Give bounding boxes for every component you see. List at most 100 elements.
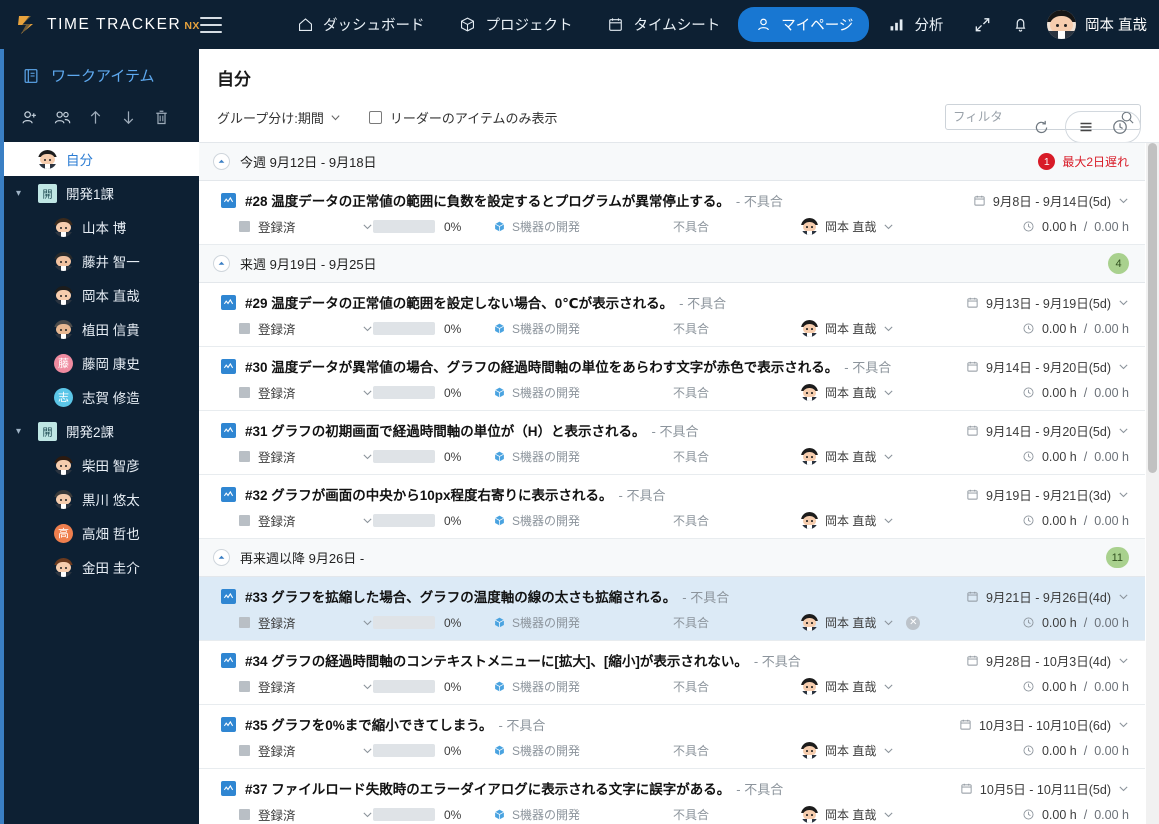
assignee-selector[interactable]: 岡本 直哉 ✕ [801, 614, 941, 631]
group-header[interactable]: 来週 9月19日 - 9月25日 4 [199, 245, 1145, 283]
table-row[interactable]: #32 グラフが画面の中央から10px程度右寄りに表示される。 - 不具合 9月… [199, 475, 1145, 539]
work-item-dates[interactable]: 9月28日 - 10月3日(4d) [966, 651, 1129, 670]
status-selector[interactable]: 登録済 [221, 319, 373, 338]
work-item-title[interactable]: #34 グラフの経過時間軸のコンテキストメニューに[拡大]、[縮小]が表示されな… [245, 650, 748, 670]
nav-item-timesheet[interactable]: タイムシート [591, 7, 737, 42]
sidebar-group-0[interactable]: ▾ 開 開発1課 [0, 176, 199, 210]
nav-item-dashboard[interactable]: ダッシュボード [280, 7, 441, 42]
status-selector[interactable]: 登録済 [221, 217, 373, 236]
work-item-dates[interactable]: 9月14日 - 9月20日(5d) [966, 421, 1129, 440]
sidebar-item-member[interactable]: 黒川 悠太 [0, 482, 199, 516]
table-row[interactable]: #30 温度データが異常値の場合、グラフの経過時間軸の単位をあらわす文字が赤色で… [199, 347, 1145, 411]
progress-cell[interactable]: 0% [373, 386, 493, 400]
users-icon[interactable] [51, 106, 73, 128]
assignee-selector[interactable]: 岡本 直哉 [801, 448, 941, 465]
sidebar-item-member[interactable]: 柴田 智彦 [0, 448, 199, 482]
table-row[interactable]: #29 温度データの正常値の範囲を設定しない場合、0℃が表示される。 - 不具合… [199, 283, 1145, 347]
bell-icon[interactable] [1009, 13, 1033, 37]
work-item-dates[interactable]: 9月14日 - 9月20日(5d) [966, 357, 1129, 376]
menu-toggle-button[interactable] [186, 17, 236, 33]
chevron-down-icon[interactable] [362, 617, 373, 628]
assignee-selector[interactable]: 岡本 直哉 [801, 806, 941, 823]
sidebar-item-member[interactable]: 藤藤岡 康史 [0, 346, 199, 380]
progress-cell[interactable]: 0% [373, 616, 493, 630]
chevron-down-icon[interactable] [362, 809, 373, 820]
status-selector[interactable]: 登録済 [221, 677, 373, 696]
chevron-down-icon[interactable] [1118, 489, 1129, 500]
table-row[interactable]: #35 グラフを0%まで縮小できてしまう。 - 不具合 10月3日 - 10月1… [199, 705, 1145, 769]
sidebar-item-member[interactable]: 金田 圭介 [0, 550, 199, 584]
status-selector[interactable]: 登録済 [221, 447, 373, 466]
chevron-down-icon[interactable] [1118, 591, 1129, 602]
collapse-caret-icon[interactable] [213, 255, 230, 272]
chevron-down-icon[interactable] [883, 515, 894, 526]
sidebar-group-1[interactable]: ▾ 開 開発2課 [0, 414, 199, 448]
chevron-down-icon[interactable] [883, 617, 894, 628]
brand-logo[interactable]: TIME TRACKERNX [0, 12, 186, 38]
expand-arrows-icon[interactable] [971, 13, 995, 37]
status-selector[interactable]: 登録済 [221, 805, 373, 824]
scrollbar-thumb[interactable] [1148, 143, 1157, 473]
chevron-down-icon[interactable] [1118, 195, 1129, 206]
chevron-down-icon[interactable] [362, 387, 373, 398]
chevron-down-icon[interactable] [883, 681, 894, 692]
group-header[interactable]: 再来週以降 9月26日 - 11 [199, 539, 1145, 577]
chevron-down-icon[interactable] [883, 451, 894, 462]
work-item-dates[interactable]: 10月3日 - 10月10日(6d) [959, 715, 1129, 734]
collapse-caret-icon[interactable] [213, 153, 230, 170]
user-menu[interactable]: 岡本 直哉 [1047, 10, 1147, 39]
vertical-scrollbar[interactable] [1146, 143, 1159, 824]
progress-cell[interactable]: 0% [373, 322, 493, 336]
progress-cell[interactable]: 0% [373, 744, 493, 758]
status-selector[interactable]: 登録済 [221, 383, 373, 402]
assignee-selector[interactable]: 岡本 直哉 [801, 678, 941, 695]
work-item-title[interactable]: #35 グラフを0%まで縮小できてしまう。 [245, 714, 492, 734]
group-header[interactable]: 今週 9月12日 - 9月18日 1 最大2日遅れ [199, 143, 1145, 181]
chevron-down-icon[interactable] [883, 387, 894, 398]
trash-icon[interactable] [150, 106, 172, 128]
work-item-title[interactable]: #29 温度データの正常値の範囲を設定しない場合、0℃が表示される。 [245, 292, 673, 312]
chevron-down-icon[interactable] [362, 681, 373, 692]
arrow-up-icon[interactable] [84, 106, 106, 128]
chevron-down-icon[interactable] [362, 515, 373, 526]
work-item-dates[interactable]: 10月5日 - 10月11日(5d) [960, 779, 1129, 798]
progress-cell[interactable]: 0% [373, 450, 493, 464]
chevron-down-icon[interactable] [362, 451, 373, 462]
work-item-title[interactable]: #37 ファイルロード失敗時のエラーダイアログに表示される文字に誤字がある。 [245, 778, 730, 798]
work-item-dates[interactable]: 9月19日 - 9月21日(3d) [966, 485, 1129, 504]
collapse-caret-icon[interactable] [213, 549, 230, 566]
progress-cell[interactable]: 0% [373, 220, 493, 234]
clear-assignee-button[interactable]: ✕ [906, 616, 920, 630]
clock-view-icon[interactable] [1106, 113, 1134, 141]
chevron-down-icon[interactable] [1118, 655, 1129, 666]
table-row[interactable]: #33 グラフを拡縮した場合、グラフの温度軸の線の太さも拡縮される。 - 不具合… [199, 577, 1145, 641]
work-item-title[interactable]: #33 グラフを拡縮した場合、グラフの温度軸の線の太さも拡縮される。 [245, 586, 676, 606]
assignee-selector[interactable]: 岡本 直哉 [801, 218, 941, 235]
sidebar-item-member[interactable]: 山本 博 [0, 210, 199, 244]
sidebar-item-member[interactable]: 志志賀 修造 [0, 380, 199, 414]
arrow-down-icon[interactable] [117, 106, 139, 128]
table-row[interactable]: #34 グラフの経過時間軸のコンテキストメニューに[拡大]、[縮小]が表示されな… [199, 641, 1145, 705]
work-item-dates[interactable]: 9月21日 - 9月26日(4d) [966, 587, 1129, 606]
nav-item-mypage[interactable]: マイページ [738, 7, 869, 42]
group-by-selector[interactable]: グループ分け:期間 [217, 108, 341, 127]
chevron-down-icon[interactable] [883, 221, 894, 232]
work-item-list[interactable]: 今週 9月12日 - 9月18日 1 最大2日遅れ #28 温度データの正常値の… [199, 142, 1159, 824]
nav-item-analytics[interactable]: 分析 [871, 7, 959, 42]
table-row[interactable]: #31 グラフの初期画面で経過時間軸の単位が（H）と表示される。 - 不具合 9… [199, 411, 1145, 475]
chevron-down-icon[interactable] [1118, 719, 1129, 730]
refresh-icon[interactable] [1027, 113, 1055, 141]
status-selector[interactable]: 登録済 [221, 511, 373, 530]
assignee-selector[interactable]: 岡本 直哉 [801, 384, 941, 401]
work-item-dates[interactable]: 9月13日 - 9月19日(5d) [966, 293, 1129, 312]
sidebar-item-member[interactable]: 岡本 直哉 [0, 278, 199, 312]
status-selector[interactable]: 登録済 [221, 613, 373, 632]
progress-cell[interactable]: 0% [373, 808, 493, 822]
work-item-title[interactable]: #28 温度データの正常値の範囲に負数を設定するとプログラムが異常停止する。 [245, 190, 730, 210]
list-view-icon[interactable] [1072, 113, 1100, 141]
nav-item-projects[interactable]: プロジェクト [443, 7, 589, 42]
sidebar-item-member[interactable]: 高高畑 哲也 [0, 516, 199, 550]
work-item-title[interactable]: #30 温度データが異常値の場合、グラフの経過時間軸の単位をあらわす文字が赤色で… [245, 356, 838, 376]
work-item-dates[interactable]: 9月8日 - 9月14日(5d) [973, 191, 1129, 210]
table-row[interactable]: #28 温度データの正常値の範囲に負数を設定するとプログラムが異常停止する。 -… [199, 181, 1145, 245]
